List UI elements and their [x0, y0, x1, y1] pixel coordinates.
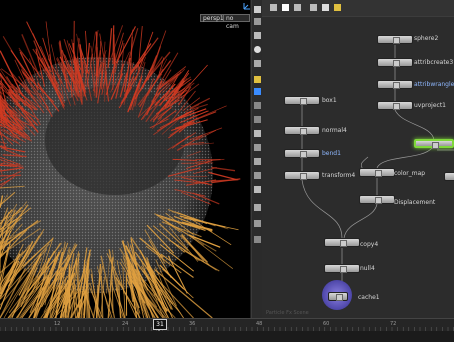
node-label-normal4: normal4	[322, 127, 347, 134]
node-color-map[interactable]	[359, 168, 395, 177]
node-attribwrangle3[interactable]	[377, 80, 413, 89]
node-uvproject1[interactable]	[377, 101, 413, 110]
network-editor[interactable]: sphere2 attribcreate3 attribwrangle3 uvp…	[262, 0, 454, 318]
normals-icon[interactable]	[254, 158, 261, 165]
viewport-header: persp1 no cam	[0, 0, 250, 22]
ghost-icon[interactable]	[254, 102, 261, 109]
tick-24: 24	[122, 321, 128, 327]
network-watermark: Particle Fx Scene	[266, 310, 309, 316]
playback-controls[interactable]	[0, 331, 454, 342]
axis-gizmo-icon	[242, 1, 250, 11]
node-label-attribwrangle3: attribwrangle3	[414, 81, 454, 88]
node-label-null4: null4	[360, 265, 375, 272]
node-copy4[interactable]	[324, 238, 360, 247]
node-normal4[interactable]	[284, 126, 320, 135]
layout-icon[interactable]	[254, 220, 261, 227]
snap-icon[interactable]	[254, 76, 261, 83]
node-label-attribcreate3: attribcreate3	[414, 59, 453, 66]
display-icon[interactable]	[254, 88, 261, 95]
node-box1[interactable]	[284, 96, 320, 105]
timeline-bar[interactable]: 12 24 36 48 60 72 31	[0, 318, 454, 342]
settings-icon[interactable]	[254, 236, 261, 243]
scene-viewport[interactable]: persp1 no cam	[0, 0, 250, 318]
node-sphere2[interactable]	[377, 35, 413, 44]
tick-12: 12	[54, 321, 60, 327]
node-cache1[interactable]	[328, 292, 348, 301]
node-attribcreate3[interactable]	[377, 58, 413, 67]
node-null4[interactable]	[324, 264, 360, 273]
node-bend1[interactable]	[284, 149, 320, 158]
node-label-transform4: transform4	[322, 172, 355, 179]
move-tool-icon[interactable]	[254, 18, 261, 25]
frame-icon[interactable]	[254, 186, 261, 193]
sphere-render	[0, 0, 250, 318]
tick-60: 60	[323, 321, 329, 327]
node-displacement[interactable]	[359, 195, 395, 204]
cam-menu[interactable]: no cam	[223, 14, 250, 22]
node-label-box1: box1	[322, 97, 337, 104]
tick-72: 72	[390, 321, 396, 327]
shaded-icon[interactable]	[254, 144, 261, 151]
current-frame[interactable]: 31	[153, 319, 167, 330]
view-icon[interactable]	[254, 204, 261, 211]
rotate-tool-icon[interactable]	[254, 32, 261, 39]
grid-icon[interactable]	[254, 172, 261, 179]
node-offscreen[interactable]	[444, 172, 454, 181]
node-label-cache1: cache1	[358, 294, 380, 301]
node-selected[interactable]	[414, 139, 454, 148]
point-icon[interactable]	[254, 116, 261, 123]
node-transform4[interactable]	[284, 171, 320, 180]
node-label-copy4: copy4	[360, 241, 378, 248]
light-icon[interactable]	[254, 46, 261, 53]
tick-36: 36	[189, 321, 195, 327]
node-label-uvproject1: uvproject1	[414, 102, 446, 109]
node-label-bend1: bend1	[322, 150, 341, 157]
node-label-color-map: color_map	[394, 170, 425, 177]
select-tool-icon[interactable]	[254, 6, 261, 13]
tick-48: 48	[256, 321, 262, 327]
camera-icon[interactable]	[254, 60, 261, 67]
node-label-displacement: Displacement	[394, 199, 435, 206]
wireframe-icon[interactable]	[254, 130, 261, 137]
node-label-sphere2: sphere2	[414, 35, 438, 42]
